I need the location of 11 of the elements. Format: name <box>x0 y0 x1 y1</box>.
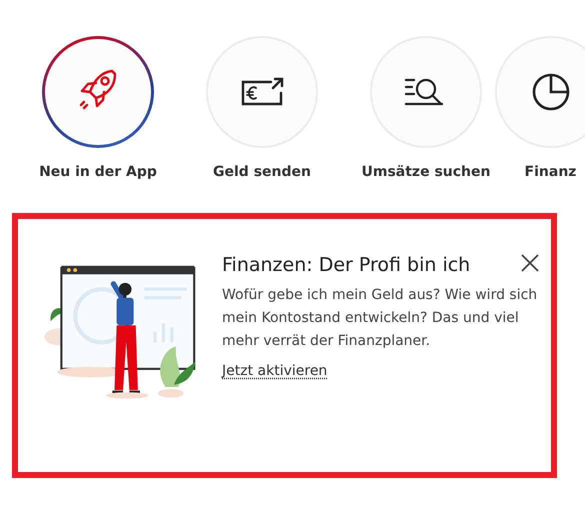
quick-action-label: Neu in der App <box>39 164 157 180</box>
activate-link[interactable]: Jetzt aktivieren <box>222 362 328 379</box>
quick-action-label: Finanz <box>524 164 576 180</box>
quick-action-label: Geld senden <box>213 164 311 180</box>
promo-title: Finanzen: Der Profi bin ich <box>222 253 472 278</box>
pie-chart-icon <box>530 72 570 112</box>
euro-note-arrow-icon <box>239 77 285 107</box>
quick-action-label: Umsätze suchen <box>362 164 490 180</box>
close-icon <box>520 253 540 273</box>
promo-text: Wofür gebe ich mein Geld aus? Wie wird sich mein Kontostand entwickeln? Das und viel mehr verrät der Finanzplaner. <box>222 286 538 351</box>
close-button[interactable] <box>520 253 540 273</box>
